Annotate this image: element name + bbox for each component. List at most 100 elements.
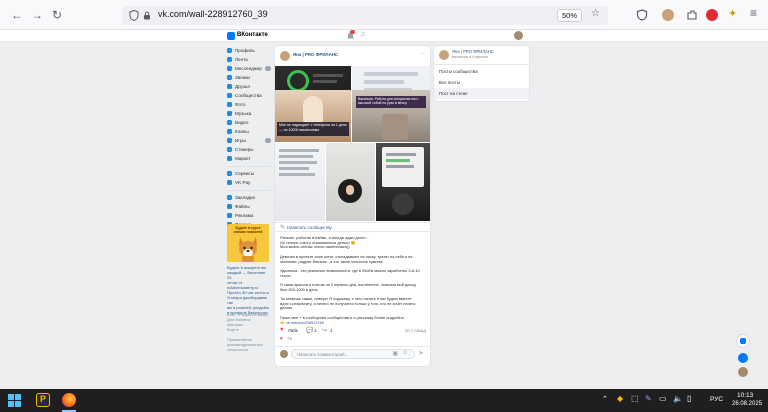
back-icon[interactable]: ← — [10, 8, 24, 22]
sidebar-item-friends[interactable]: Друзья — [227, 82, 273, 91]
tray-volume-icon[interactable]: 🔈 — [673, 394, 683, 403]
keyboard-language[interactable]: РУС — [710, 396, 723, 403]
user-avatar[interactable] — [514, 31, 523, 40]
firefox-icon[interactable] — [62, 393, 76, 407]
ad-banner-caption: Будьте в курсе свежих новостей — [233, 226, 263, 234]
shield-icon[interactable] — [129, 10, 139, 21]
sidebar-item-communities[interactable]: Сообщества — [227, 91, 273, 100]
forward-icon[interactable]: → — [30, 8, 44, 22]
photo-text-line — [279, 173, 315, 176]
music-icon — [227, 111, 232, 116]
sidebar-item-services[interactable]: Сервисы — [227, 169, 273, 178]
music-note-icon[interactable]: ♫ — [360, 31, 365, 38]
sidebar-item-feed[interactable]: Лента — [227, 55, 273, 64]
sidebar-item-calls[interactable]: Звонки — [227, 73, 273, 82]
send-icon[interactable]: ➤ — [418, 349, 424, 357]
vkpay-icon — [227, 180, 232, 185]
reload-icon[interactable]: ↻ — [50, 8, 64, 22]
comment-icon[interactable]: 💬 — [306, 327, 313, 334]
account-avatar-icon[interactable] — [662, 9, 674, 21]
write-to-community-row[interactable]: ✎ Написать сообществу — [275, 222, 430, 232]
sidebar-item-vkpay[interactable]: VK Pay — [227, 178, 273, 187]
adblock-icon[interactable] — [706, 9, 718, 21]
clips-icon — [227, 129, 232, 134]
vk-logo-text[interactable]: ВКонтакте — [237, 32, 268, 38]
photo-text-line — [313, 80, 337, 83]
sidebar-item-messenger[interactable]: Мессенджер — [227, 64, 271, 73]
post-photo-3[interactable]: Мне не надоедает с телефона на 1 день — … — [275, 90, 351, 142]
extensions-icon[interactable] — [686, 9, 698, 21]
sidebar-item-stickers[interactable]: Стикеры — [227, 145, 273, 154]
clock-time[interactable]: 10:13 — [737, 392, 753, 399]
tray-battery-icon[interactable]: ▯ — [687, 394, 691, 403]
megaphone-icon — [227, 213, 232, 218]
bookmark-star-icon[interactable]: ☆ — [591, 8, 600, 19]
browser-toolbar: ← → ↻ vk.com/wall-228912760_39 50% ☆ ✦ ≡ — [0, 0, 768, 30]
post-author-name[interactable]: Яна | PRO ФРИЛАНС — [293, 52, 338, 58]
tab-all-posts[interactable]: Все посты — [434, 77, 529, 88]
photo-text-line — [279, 167, 309, 170]
windows-taskbar: P ⌃ ◆ ⬚ ✎ ▭ 🔈 ▯ РУС 10:13 26.08.2025 — [0, 389, 768, 412]
comment-input[interactable]: Написать комментарий... ▣ ☺ — [291, 349, 415, 359]
sidebar-item-market[interactable]: Маркет — [227, 154, 273, 163]
tray-app-icon[interactable]: ◆ — [617, 394, 623, 403]
like-heart-icon[interactable]: ♥ — [280, 327, 284, 333]
ad-description[interactable]: Будьте в аккаунте вы каждый — Весенние 2… — [227, 265, 269, 315]
person-silhouette — [392, 193, 414, 215]
sidebar-item-bookmarks[interactable]: Закладки — [227, 193, 273, 202]
floating-vk-icon[interactable] — [738, 353, 748, 363]
tab-community-posts[interactable]: Посты сообщества — [434, 66, 529, 77]
recommendation-notice[interactable]: Применяется рекомендательные технологии — [227, 337, 269, 352]
tray-network-icon[interactable]: ▭ — [659, 394, 667, 403]
sidebar-item-games[interactable]: Игры — [227, 136, 271, 145]
post-photo-5[interactable] — [275, 143, 325, 221]
post-more-icon[interactable]: ··· — [419, 51, 425, 57]
tray-screenshot-icon[interactable]: ⬚ — [631, 394, 639, 403]
group-avatar[interactable] — [439, 50, 449, 60]
sidebar-item-photos[interactable]: Фото — [227, 100, 273, 109]
post-photo-4[interactable]: Вакансия: Работа для специалистов с высо… — [352, 90, 430, 142]
share-icon[interactable]: ↪ — [322, 327, 327, 334]
emoji-icon[interactable]: ☺ — [402, 350, 408, 356]
sidebar-item-music[interactable]: Музыка — [227, 109, 273, 118]
comment-count[interactable]: 1 — [314, 328, 316, 334]
like-label[interactable]: Лайк — [288, 328, 298, 334]
communities-icon — [227, 93, 232, 98]
sidebar-item-files[interactable]: Файлы — [227, 202, 273, 211]
vk-logo-icon[interactable] — [227, 32, 235, 40]
tray-pen-icon[interactable]: ✎ — [645, 394, 652, 403]
chat-icon — [740, 338, 746, 344]
sidebar-item-ads[interactable]: Реклама — [227, 211, 273, 220]
post-time[interactable]: 10 с назад — [405, 328, 426, 334]
author-avatar[interactable] — [280, 51, 290, 61]
post-photo-7[interactable] — [376, 143, 430, 221]
address-bar[interactable]: vk.com/wall-228912760_39 50% ☆ — [122, 6, 608, 25]
attach-photo-icon[interactable]: ▣ — [392, 350, 398, 357]
sidebar-item-video[interactable]: Видео — [227, 118, 273, 127]
group-subtitle: вакансия в стартапе — [452, 55, 488, 59]
share-count[interactable]: 1 — [330, 328, 332, 334]
menu-icon[interactable]: ≡ — [750, 6, 757, 20]
windows-start-icon[interactable] — [8, 394, 21, 407]
zoom-level-badge[interactable]: 50% — [556, 9, 582, 22]
footer-links[interactable]: Блог · Разработчикам Для бизнеса · Автор… — [227, 312, 269, 332]
sidebar-item-clips[interactable]: Клипы — [227, 127, 273, 136]
messenger-icon — [227, 66, 232, 71]
tab-wall-post[interactable]: Пост на стене — [434, 88, 529, 99]
plex-app-icon[interactable]: P — [36, 393, 50, 407]
clock-date[interactable]: 26.08.2025 — [732, 401, 762, 407]
lock-icon[interactable] — [143, 11, 151, 20]
tray-chevron-icon[interactable]: ⌃ — [602, 395, 608, 403]
friends-icon — [227, 84, 232, 89]
shield-extension-icon[interactable] — [636, 9, 648, 21]
photo-caption-1: Мне не надоедает с телефона на 1 день — … — [277, 122, 349, 136]
floating-messenger-button[interactable] — [737, 335, 749, 347]
sidebar-item-profile[interactable]: Профиль — [227, 46, 273, 55]
comment-placeholder: Написать комментарий... — [297, 351, 349, 357]
post-photo-6[interactable] — [326, 143, 375, 221]
floating-avatar[interactable] — [738, 367, 748, 377]
games-badge — [265, 138, 271, 143]
write-to-community-link[interactable]: Написать сообществу — [287, 225, 332, 231]
extension-rocket-icon[interactable]: ✦ — [728, 7, 737, 20]
ad-banner-image[interactable]: Будьте в курсе свежих новостей — [227, 224, 269, 262]
